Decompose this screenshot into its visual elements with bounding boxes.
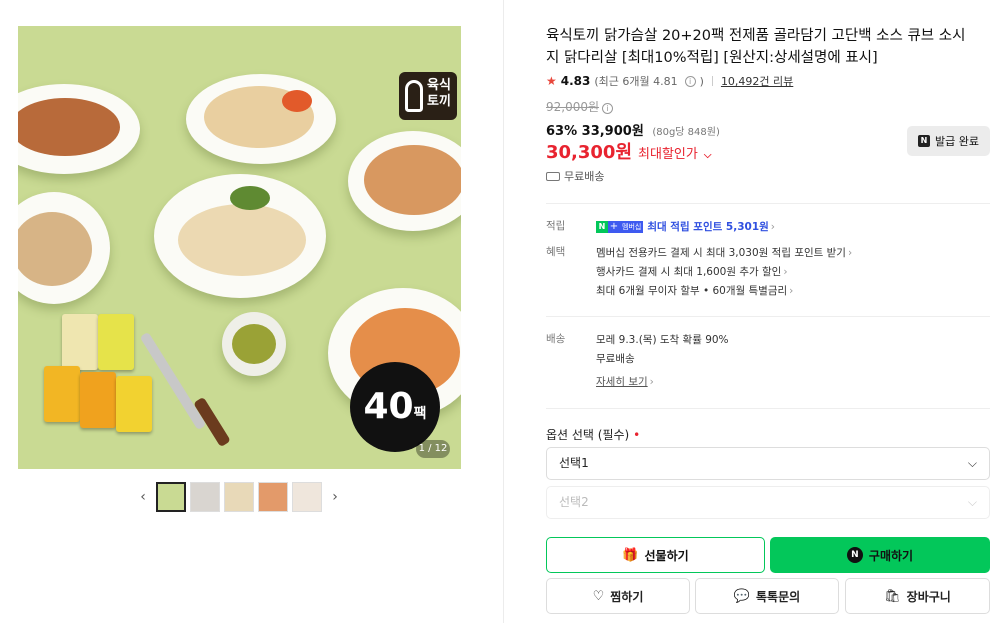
pack-count: 40	[363, 386, 414, 427]
thumbnail[interactable]	[190, 482, 220, 512]
thumbnail[interactable]	[292, 482, 322, 512]
plate-right	[348, 131, 461, 231]
free-shipping-label: 무료배송	[564, 170, 605, 183]
product-title: 육식토끼 닭가슴살 20+20팩 전제품 골라담기 고단백 소스 큐브 소시지 …	[546, 28, 966, 66]
cart-icon: 🛍	[884, 588, 901, 604]
benefit-item[interactable]: 행사카드 결제 시 최대 1,600원 추가 할인 ›	[596, 263, 986, 282]
naver-logo-icon: N	[918, 135, 930, 147]
benefit-item[interactable]: 멤버십 전용카드 결제 시 최대 3,030원 적립 포인트 받기 ›	[596, 244, 986, 263]
original-price-row: 92,000원 i	[546, 98, 614, 115]
chevron-right-icon[interactable]: ›	[326, 489, 344, 505]
points-link[interactable]: N + 멤버십 최대 적립 포인트 5,301원 ›	[596, 218, 986, 237]
brand-logo-text: 육식 토끼	[427, 78, 451, 109]
rating-row: ★ 4.83 (최근 6개월 4.81 i) 10,492건 리뷰	[546, 73, 794, 89]
package-image	[116, 376, 152, 432]
original-price: 92,000원	[546, 100, 600, 114]
max-discount-label: 최대할인가	[638, 147, 698, 162]
gift-button[interactable]: 🎁 선물하기	[546, 537, 765, 573]
option-select-1[interactable]: 선택1 ⌵	[546, 447, 990, 480]
thumbnail-strip: ‹ ›	[134, 481, 344, 513]
sale-price: 33,900원	[581, 124, 644, 139]
plate-left	[18, 192, 110, 304]
rabbit-icon	[405, 80, 423, 112]
wish-button[interactable]: ♡ 찜하기	[546, 578, 690, 614]
recent-rating: (최근 6개월 4.81	[594, 75, 678, 88]
naver-pay-icon: N	[846, 547, 863, 563]
option-select-2[interactable]: 선택2 ⌵	[546, 486, 990, 519]
delivery-estimate: 모레 9.3.(목) 도착 확률 90%	[596, 334, 729, 346]
pack-count-badge: 40팩	[350, 362, 440, 452]
product-gallery: 육식 토끼 40팩 1 / 12 ‹ ›	[0, 0, 503, 623]
separator	[711, 76, 713, 86]
discount-rate: 63%	[546, 124, 578, 139]
heart-icon: ♡	[592, 588, 605, 604]
image-counter: 1 / 12	[416, 440, 450, 458]
delivery-fee: 무료배송	[596, 353, 635, 365]
thumbnail[interactable]	[156, 482, 186, 512]
sale-price-row: 63% 33,900원 (80g당 848원)	[546, 120, 720, 139]
star-icon: ★	[546, 74, 557, 88]
free-shipping: 무료배송	[546, 168, 604, 184]
chevron-right-icon: ›	[789, 285, 794, 297]
package-image	[80, 372, 116, 428]
brand-logo: 육식 토끼	[399, 72, 457, 120]
option-label: 옵션 선택 (필수) •	[546, 428, 641, 442]
chat-icon: 💬	[733, 588, 750, 604]
max-discount-row[interactable]: 30,300원 최대할인가 ⌵	[546, 138, 711, 164]
review-count-link[interactable]: 10,492건 리뷰	[721, 73, 793, 89]
thumbnail[interactable]	[258, 482, 288, 512]
chevron-down-icon: ⌵	[967, 456, 977, 470]
chevron-right-icon: ›	[649, 376, 654, 388]
truck-icon	[546, 171, 560, 181]
plate-top-center	[186, 74, 336, 164]
pickle-bowl	[222, 312, 286, 376]
talk-inquiry-button[interactable]: 💬 톡톡문의	[695, 578, 839, 614]
plate-top-left	[18, 84, 140, 174]
gift-icon: 🎁	[622, 547, 639, 563]
chevron-right-icon: ›	[770, 221, 775, 233]
package-image	[62, 314, 98, 370]
divider	[546, 408, 990, 409]
naver-pay-badge: N + 멤버십	[596, 221, 644, 233]
chevron-right-icon: ›	[783, 266, 788, 278]
main-product-image[interactable]: 육식 토끼 40팩 1 / 12	[18, 26, 461, 469]
divider	[546, 316, 990, 317]
cart-button[interactable]: 🛍 장바구니	[845, 578, 990, 614]
info-icon[interactable]: i	[684, 75, 696, 87]
coupon-button-label: 발급 완료	[935, 135, 979, 148]
thumbnail[interactable]	[224, 482, 254, 512]
coupon-issued-button[interactable]: N 발급 완료	[907, 126, 990, 156]
delivery-detail-link[interactable]: 자세히 보기 ›	[596, 373, 986, 392]
pack-unit: 팩	[413, 406, 427, 422]
unit-price: (80g당 848원)	[652, 127, 720, 138]
column-divider	[503, 0, 504, 623]
benefit-item[interactable]: 최대 6개월 무이자 할부 • 60개월 특별금리 ›	[596, 282, 986, 301]
required-mark: •	[633, 428, 641, 442]
plate-center	[154, 174, 326, 298]
chevron-left-icon[interactable]: ‹	[134, 489, 152, 505]
buy-button[interactable]: N 구매하기	[770, 537, 990, 573]
package-image	[98, 314, 134, 370]
points-key: 적립	[546, 220, 566, 232]
membership-badge: 멤버십	[620, 221, 644, 233]
info-icon[interactable]: i	[602, 103, 614, 114]
package-image	[44, 366, 80, 422]
chevron-right-icon: ›	[847, 247, 853, 259]
max-discount-price: 30,300원	[546, 142, 633, 163]
max-points-text: 최대 적립 포인트 5,301원	[647, 221, 769, 233]
divider	[546, 203, 990, 204]
benefit-key: 혜택	[546, 246, 566, 258]
delivery-key: 배송	[546, 333, 566, 345]
chevron-down-icon: ⌵	[967, 495, 977, 509]
rating-score: 4.83	[560, 74, 591, 88]
chevron-down-icon: ⌵	[703, 150, 712, 161]
